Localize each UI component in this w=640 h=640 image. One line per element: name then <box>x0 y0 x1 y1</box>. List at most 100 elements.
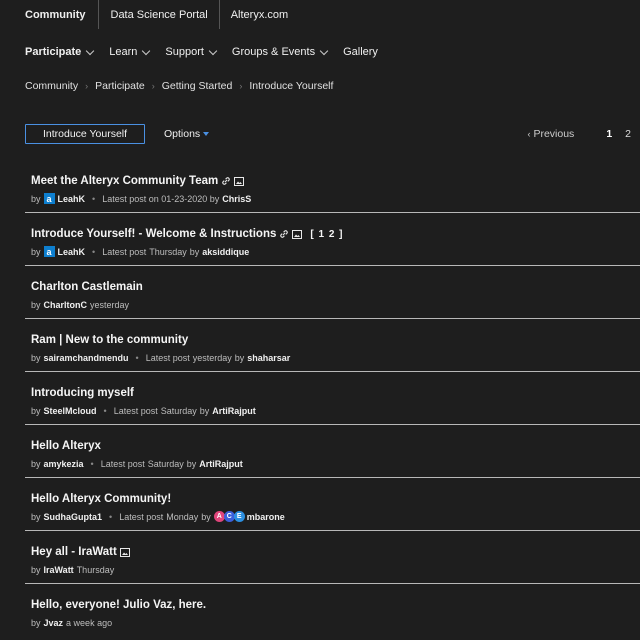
topic-title: Hello Alteryx Community! <box>31 493 172 505</box>
page-2-link[interactable]: 2 <box>625 128 631 140</box>
chevron-down-icon <box>319 46 329 55</box>
separator-dot: • <box>90 458 94 469</box>
latest-post-label: Latest post <box>145 352 190 363</box>
breadcrumb-introduce-yourself: Introduce Yourself <box>249 80 334 92</box>
chevron-down-icon <box>142 46 151 55</box>
options-label: Options <box>164 128 201 140</box>
latest-post-label: Latest post <box>100 458 145 469</box>
latest-post-time: Saturday <box>147 458 184 469</box>
author-link[interactable]: sairamchandmendu <box>44 353 129 363</box>
topic-title: Introducing myself <box>31 387 134 399</box>
topic-title-link[interactable]: Hello Alteryx <box>31 439 640 453</box>
latest-post-label: Latest post <box>102 246 147 257</box>
nav-learn[interactable]: Learn <box>109 46 151 58</box>
topic-title-link[interactable]: Meet the Alteryx Community Team <box>31 174 640 188</box>
nav-learn-label: Learn <box>109 46 138 58</box>
latest-user-link[interactable]: ArtiRajput <box>199 459 243 469</box>
breadcrumb-community[interactable]: Community <box>25 80 78 92</box>
breadcrumb-participate[interactable]: Participate <box>95 80 145 92</box>
topic-meta: by a LeahK • Latest post on 01-23-2020 b… <box>31 192 640 205</box>
topic-title-link[interactable]: Ram | New to the community <box>31 333 640 347</box>
alteryx-staff-icon: a <box>43 193 55 204</box>
chevron-left-icon: ‹ <box>527 129 531 139</box>
by-label: by <box>31 458 41 469</box>
topic-title: Hello, everyone! Julio Vaz, here. <box>31 599 207 611</box>
page-1-link[interactable]: 1 <box>606 128 612 140</box>
separator-dot: • <box>109 511 113 522</box>
latest-user-link[interactable]: ChrisS <box>222 194 251 204</box>
link-icon <box>279 229 289 239</box>
site-data-science-portal[interactable]: Data Science Portal <box>97 0 219 29</box>
post-time: yesterday <box>90 299 130 310</box>
image-icon <box>292 229 303 239</box>
latest-post-label: Latest post <box>113 405 158 416</box>
topic-row: Introduce Yourself! - Welcome & Instruct… <box>25 214 640 266</box>
topic-title: Hello Alteryx <box>31 440 101 452</box>
topic-meta: by a LeahK • Latest post Thursday by aks… <box>31 245 640 258</box>
by-label: by <box>234 352 245 363</box>
separator-dot: • <box>92 246 96 257</box>
link-icon <box>221 176 231 186</box>
topic-pages-link[interactable]: [ 1 2 ] <box>310 229 343 240</box>
author-link[interactable]: amykezia <box>44 459 84 469</box>
latest-post-label: Latest post on 01-23-2020 by <box>102 193 220 204</box>
topic-meta: by SteelMcloud • Latest post Saturday by… <box>31 404 640 417</box>
by-label: by <box>31 564 41 575</box>
latest-post-time: yesterday <box>192 352 232 363</box>
by-label: by <box>31 511 41 522</box>
nav-groups-events[interactable]: Groups & Events <box>232 46 329 58</box>
topic-meta: by CharltonC yesterday <box>31 298 640 311</box>
by-label: by <box>31 193 41 204</box>
author-link[interactable]: Jvaz <box>44 618 64 628</box>
topic-title-link[interactable]: Hello, everyone! Julio Vaz, here. <box>31 598 640 612</box>
author-link[interactable]: LeahK <box>58 247 86 257</box>
nav-gallery[interactable]: Gallery <box>343 46 378 58</box>
topic-row: Hello Alteryx Community! by SudhaGupta1 … <box>25 479 640 531</box>
previous-label: Previous <box>533 128 575 140</box>
topic-row: Charlton Castlemain by CharltonC yesterd… <box>25 267 640 319</box>
options-dropdown[interactable]: Options <box>164 128 210 140</box>
latest-post-label: Latest post <box>119 511 164 522</box>
author-link[interactable]: CharltonC <box>44 300 88 310</box>
chevron-right-icon: › <box>239 81 243 91</box>
latest-user-link[interactable]: ArtiRajput <box>212 406 256 416</box>
breadcrumb-getting-started[interactable]: Getting Started <box>162 80 233 92</box>
topic-title: Ram | New to the community <box>31 334 189 346</box>
by-label: by <box>31 617 41 628</box>
topic-title-link[interactable]: Introduce Yourself! - Welcome & Instruct… <box>31 227 640 241</box>
topic-title-link[interactable]: Introducing myself <box>31 386 640 400</box>
main-nav: Participate Learn Support Groups & Event… <box>0 29 640 75</box>
nav-participate[interactable]: Participate <box>25 46 95 58</box>
image-icon <box>119 547 130 557</box>
latest-user-link[interactable]: mbarone <box>247 512 285 522</box>
separator-dot: • <box>92 193 96 204</box>
by-label: by <box>31 299 41 310</box>
topic-title-link[interactable]: Charlton Castlemain <box>31 280 640 294</box>
nav-support[interactable]: Support <box>165 46 218 58</box>
author-link[interactable]: LeahK <box>58 194 86 204</box>
topic-title: Hey all - IraWatt <box>31 546 117 558</box>
topic-row: Meet the Alteryx Community Team by a Lea… <box>25 161 640 213</box>
board-toolbar: Introduce Yourself Options ‹ Previous 1 2 <box>25 123 640 145</box>
nav-gallery-label: Gallery <box>343 46 378 58</box>
by-label: by <box>31 405 41 416</box>
caret-down-icon <box>203 132 210 136</box>
latest-user-link[interactable]: shaharsar <box>247 353 290 363</box>
author-link[interactable]: SudhaGupta1 <box>44 512 103 522</box>
by-label: by <box>31 352 41 363</box>
previous-page-link[interactable]: ‹ Previous <box>527 128 574 140</box>
topic-title-link[interactable]: Hey all - IraWatt <box>31 545 640 559</box>
by-label: by <box>186 458 197 469</box>
author-link[interactable]: IraWatt <box>44 565 74 575</box>
site-alteryx-com[interactable]: Alteryx.com <box>218 0 301 29</box>
topic-title-link[interactable]: Hello Alteryx Community! <box>31 492 640 506</box>
latest-user-link[interactable]: aksiddique <box>202 247 249 257</box>
ace-badge-icon: A C E <box>213 511 245 522</box>
chevron-right-icon: › <box>151 81 155 91</box>
introduce-yourself-button[interactable]: Introduce Yourself <box>25 124 145 144</box>
topic-meta: by Jvaz a week ago <box>31 616 640 629</box>
separator-dot: • <box>135 352 139 363</box>
author-link[interactable]: SteelMcloud <box>44 406 97 416</box>
pagination: ‹ Previous 1 2 <box>527 123 631 145</box>
site-community[interactable]: Community <box>0 0 98 29</box>
